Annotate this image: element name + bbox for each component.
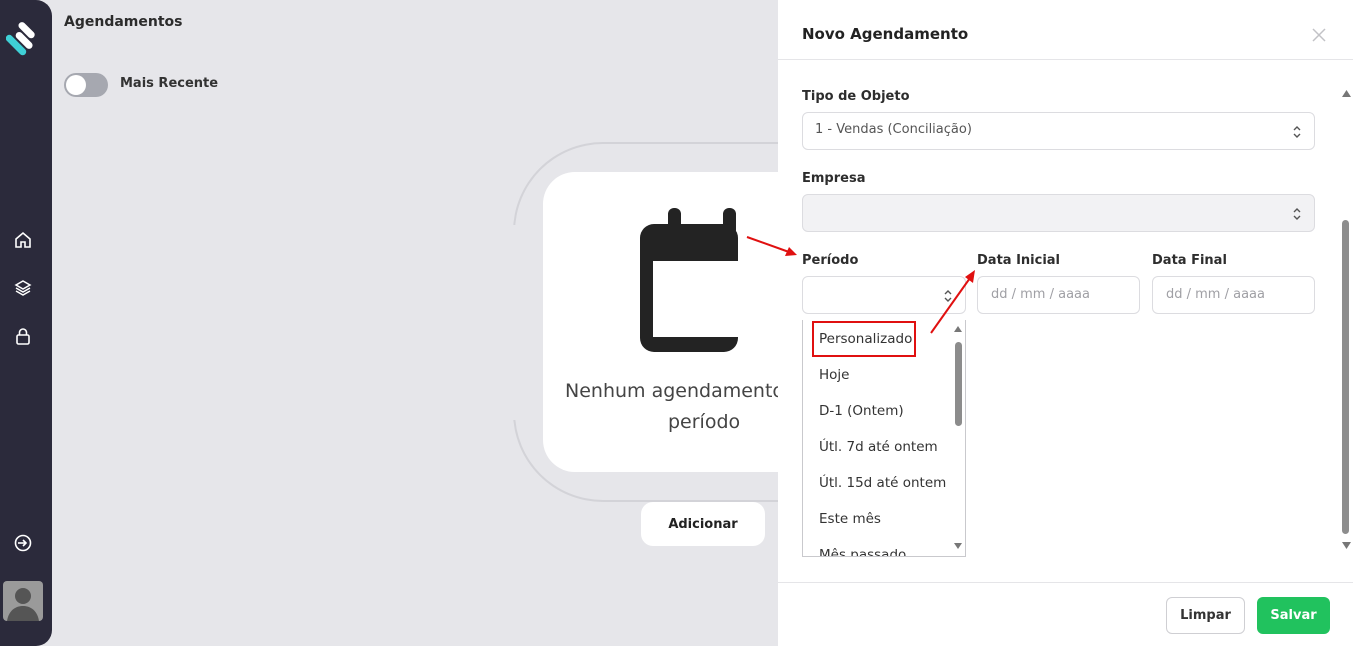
drawer-header: Novo Agendamento	[778, 0, 1353, 60]
select-caret-icon	[1293, 126, 1301, 138]
save-button[interactable]: Salvar	[1257, 597, 1330, 634]
empresa-select[interactable]	[802, 194, 1315, 232]
layers-icon[interactable]	[12, 277, 34, 299]
clear-button[interactable]: Limpar	[1166, 597, 1245, 634]
most-recent-toggle[interactable]	[64, 73, 108, 97]
data-inicial-input[interactable]: dd / mm / aaaa	[977, 276, 1140, 314]
tipo-objeto-value: 1 - Vendas (Conciliação)	[815, 122, 972, 137]
option-hoje[interactable]: Hoje	[819, 367, 849, 383]
scroll-up-icon[interactable]	[954, 326, 962, 332]
app-logo[interactable]	[6, 22, 38, 56]
data-inicial-label: Data Inicial	[977, 253, 1061, 268]
sidebar	[0, 0, 52, 646]
lock-icon[interactable]	[12, 325, 34, 347]
data-final-input[interactable]: dd / mm / aaaa	[1152, 276, 1315, 314]
select-caret-icon	[944, 290, 952, 302]
option-d1-ontem[interactable]: D-1 (Ontem)	[819, 403, 904, 419]
panel-scroll-up-icon[interactable]	[1342, 90, 1351, 97]
data-final-label: Data Final	[1152, 253, 1227, 268]
close-icon[interactable]	[1310, 26, 1328, 44]
toggle-knob	[66, 75, 86, 95]
select-caret-icon	[1293, 208, 1301, 220]
periodo-label: Período	[802, 253, 859, 268]
periodo-dropdown-list[interactable]: Personalizado Hoje D-1 (Ontem) Útl. 7d a…	[802, 320, 966, 557]
page-title: Agendamentos	[64, 14, 183, 30]
tipo-objeto-select[interactable]: 1 - Vendas (Conciliação)	[802, 112, 1315, 150]
panel-scroll-thumb[interactable]	[1342, 220, 1349, 534]
toggle-label: Mais Recente	[120, 76, 219, 91]
calendar-icon	[640, 208, 738, 352]
drawer-footer: Limpar Salvar	[778, 582, 1353, 646]
option-mes-passado[interactable]: Mês passado	[819, 547, 906, 556]
dropdown-scroll-thumb[interactable]	[955, 342, 962, 426]
logout-icon[interactable]	[12, 532, 34, 554]
option-personalizado[interactable]: Personalizado	[819, 331, 912, 347]
new-schedule-drawer: Novo Agendamento Tipo de Objeto 1 - Vend…	[778, 0, 1353, 646]
drawer-title: Novo Agendamento	[802, 25, 969, 43]
empresa-label: Empresa	[802, 171, 866, 186]
avatar[interactable]	[3, 581, 43, 621]
panel-scroll-down-icon[interactable]	[1342, 542, 1351, 549]
add-button[interactable]: Adicionar	[641, 502, 765, 546]
option-este-mes[interactable]: Este mês	[819, 511, 881, 527]
periodo-select[interactable]	[802, 276, 966, 314]
tipo-objeto-label: Tipo de Objeto	[802, 89, 910, 104]
home-icon[interactable]	[12, 229, 34, 251]
dropdown-scrollbar[interactable]	[951, 320, 965, 556]
option-util-15d[interactable]: Útl. 15d até ontem	[819, 475, 946, 491]
option-util-7d[interactable]: Útl. 7d até ontem	[819, 439, 938, 455]
scroll-down-icon[interactable]	[954, 543, 962, 549]
